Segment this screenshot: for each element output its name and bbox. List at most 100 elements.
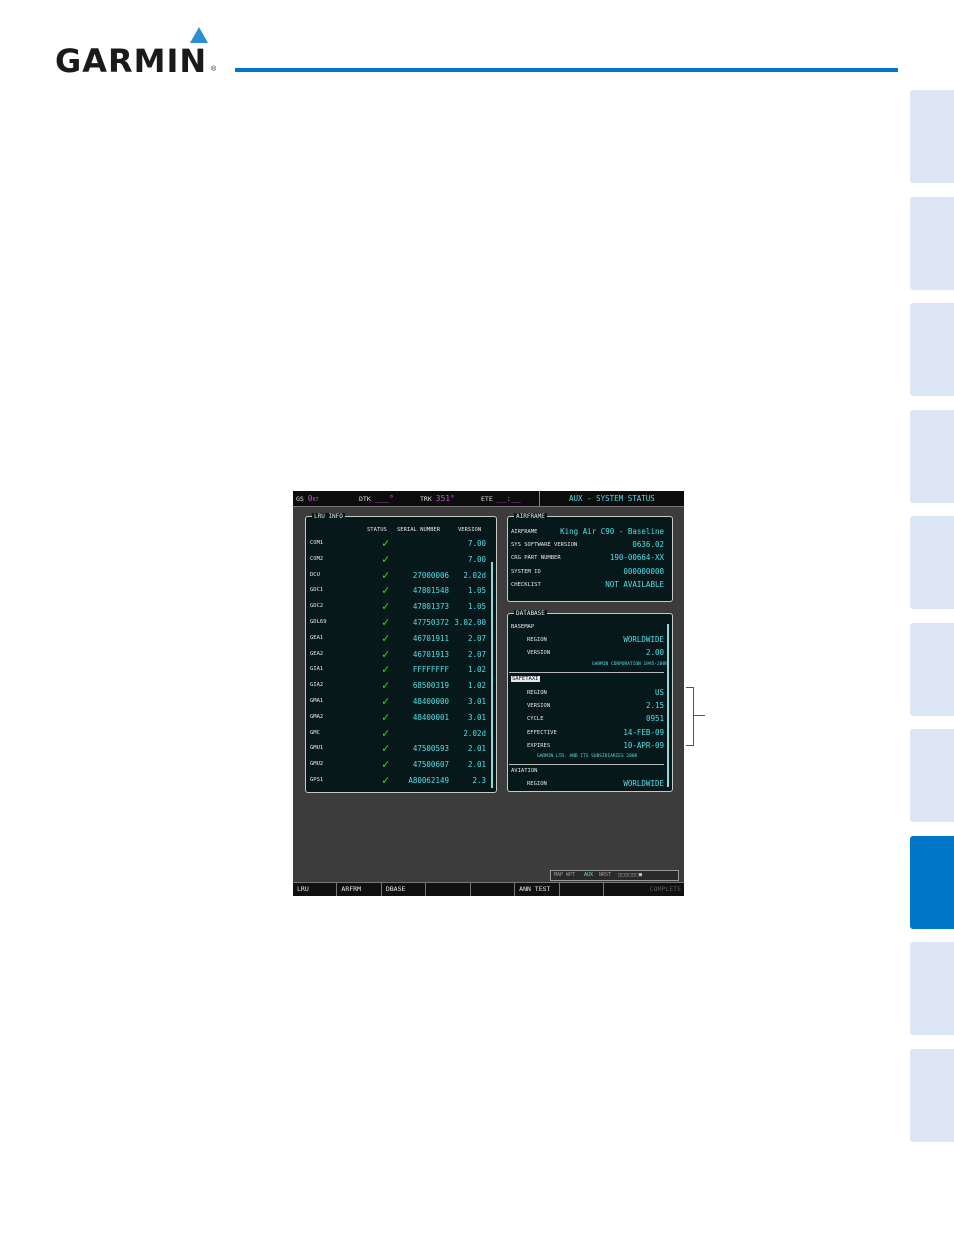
side-tab[interactable]	[910, 196, 954, 290]
softkey[interactable]: COMPLETE	[604, 883, 684, 896]
lru-version: 3.02.00	[454, 618, 486, 627]
lru-version: 2.01	[467, 744, 486, 754]
lru-serial: 68500319	[412, 681, 449, 691]
lru-row[interactable]: GIA2 ✓ 68500319 1.02	[306, 678, 494, 693]
side-tab[interactable]	[910, 835, 954, 929]
basemap-separator	[509, 672, 664, 673]
lru-name: GEA1	[310, 634, 324, 641]
database-scrollbar[interactable]	[667, 624, 669, 787]
softkey[interactable]	[426, 883, 471, 896]
lru-row[interactable]: GMU1 ✓ 47500593 2.01	[306, 741, 494, 756]
top-status-bar: GS 0KT DTK ___° TRK 351° ETE __:__ AUX -…	[293, 491, 684, 507]
lru-row[interactable]: COM1 ✓ 7.00	[306, 536, 494, 551]
gs-field: GS 0KT	[296, 494, 319, 503]
ete-field: ETE __:__	[481, 494, 521, 503]
lru-serial: 47500593	[412, 744, 449, 754]
status-check-icon: ✓	[382, 725, 390, 740]
lru-name: DCU	[310, 571, 320, 578]
lru-version: 2.02d	[463, 570, 486, 580]
softkey[interactable]	[560, 883, 604, 896]
registered-mark: ®	[211, 66, 217, 73]
lru-row[interactable]: GMA2 ✓ 48400001 3.01	[306, 710, 494, 725]
lru-version: 1.05	[467, 602, 486, 612]
airframe-row-value: 190-00664-XX	[609, 553, 664, 563]
status-check-icon: ✓	[382, 709, 390, 724]
airframe-label: AIRFRAME	[514, 513, 547, 521]
airframe-row-value: NOT AVAILABLE	[605, 579, 664, 589]
lru-row[interactable]: GDC1 ✓ 47801548 1.05	[306, 583, 494, 598]
lru-name: GMU2	[310, 761, 324, 768]
lru-row[interactable]: GMU2 ✓ 47500607 2.01	[306, 757, 494, 772]
lru-name: GPS1	[310, 777, 324, 783]
lru-serial: 48400001	[412, 712, 449, 722]
safetaxi-row-label: VERSION	[527, 703, 551, 710]
nrst-group: NRST	[599, 872, 612, 878]
lru-name: GMU1	[310, 745, 324, 752]
side-tab[interactable]	[910, 729, 954, 822]
safetaxi-row-value: 2.15	[645, 701, 664, 711]
page-title: AUX - SYSTEM STATUS	[569, 494, 655, 503]
topbar-divider	[539, 491, 540, 506]
airframe-row-value: 000000000	[623, 566, 664, 576]
lru-name: GIA1	[310, 666, 324, 673]
basemap-heading: BASEMAP	[511, 624, 535, 630]
status-check-icon: ✓	[382, 630, 390, 645]
lru-row[interactable]: COM2 ✓ 7.00	[306, 552, 494, 567]
aviation-heading: AVIATION	[511, 768, 538, 774]
lru-version: 2.02d	[463, 728, 486, 738]
softkey[interactable]: ANN TEST	[515, 883, 560, 896]
safetaxi-row-value: US	[654, 688, 664, 697]
softkey[interactable]: DBASE	[382, 883, 427, 896]
basemap-copyright: GARMIN CORPORATION 1995-2009	[592, 662, 668, 667]
trk-field: TRK 351°	[420, 494, 455, 503]
status-check-icon: ✓	[382, 694, 390, 708]
basemap-version-value: 2.00	[645, 648, 664, 657]
lru-row[interactable]: GEA1 ✓ 46701911 2.07	[306, 631, 494, 646]
active-page-group: AUX	[584, 872, 594, 878]
airframe-row-value: 0636.02	[632, 540, 664, 550]
side-tab[interactable]	[910, 409, 954, 503]
side-tab[interactable]	[910, 516, 954, 609]
side-tab[interactable]	[910, 303, 954, 396]
side-tab[interactable]	[910, 942, 954, 1035]
lru-name: GEA2	[310, 650, 324, 657]
lru-row[interactable]: GEA2 ✓ 46701913 2.07	[306, 647, 494, 662]
lru-row[interactable]: GDL69 ✓ 47750372 3.02.00	[306, 615, 494, 630]
softkey[interactable]: LRU	[293, 883, 338, 896]
lru-name: GDL69	[310, 619, 327, 625]
softkey[interactable]: ARFRM	[337, 883, 382, 896]
garmin-logo-triangle-icon	[190, 27, 208, 43]
lru-serial: 46701913	[412, 649, 449, 659]
database-label: DATABASE	[514, 610, 547, 618]
lru-name: COM2	[310, 555, 324, 562]
lru-row[interactable]: DCU ✓ 27000006 2.02d	[306, 568, 494, 583]
lru-version: 3.01	[467, 712, 486, 722]
side-tab[interactable]	[910, 1048, 954, 1142]
aux-system-status-screen: GS 0KT DTK ___° TRK 351° ETE __:__ AUX -…	[293, 491, 684, 896]
version-header: VERSION	[458, 527, 482, 533]
side-tab[interactable]	[910, 622, 954, 716]
lru-version: 7.00	[467, 554, 486, 564]
status-check-icon: ✓	[382, 599, 390, 614]
lru-scrollbar[interactable]	[491, 562, 493, 788]
lru-row[interactable]: GMA1 ✓ 48400000 3.01	[306, 694, 494, 709]
database-panel: DATABASE BASEMAP REGION WORLDWIDE VERSIO…	[507, 610, 673, 792]
status-check-icon: ✓	[382, 678, 390, 693]
lru-row[interactable]: GIA1 ✓ FFFFFFFF 1.02	[306, 662, 494, 677]
lru-row[interactable]: GDC2 ✓ 47801373 1.05	[306, 599, 494, 614]
header-rule	[235, 68, 898, 72]
lru-name: GMA1	[310, 698, 324, 704]
softkey[interactable]	[471, 883, 516, 896]
basemap-region-label: REGION	[527, 637, 547, 643]
lru-row[interactable]: GMC ✓ 2.02d	[306, 726, 494, 741]
safetaxi-row-value: 14-FEB-09	[623, 727, 664, 737]
safetaxi-row-label: REGION	[527, 690, 547, 696]
lru-row[interactable]: GPS1 ✓ A80062149 2.3	[306, 773, 494, 788]
lru-serial: 47801548	[412, 586, 449, 596]
airframe-row-label: AIRFRAME	[511, 529, 538, 535]
callout-leader-line	[693, 715, 705, 716]
lru-serial: 47500607	[412, 760, 449, 770]
side-tab[interactable]	[910, 90, 954, 183]
basemap-region-value: WORLDWIDE	[623, 635, 664, 644]
page-boxes: □□□□□□■	[618, 872, 643, 878]
